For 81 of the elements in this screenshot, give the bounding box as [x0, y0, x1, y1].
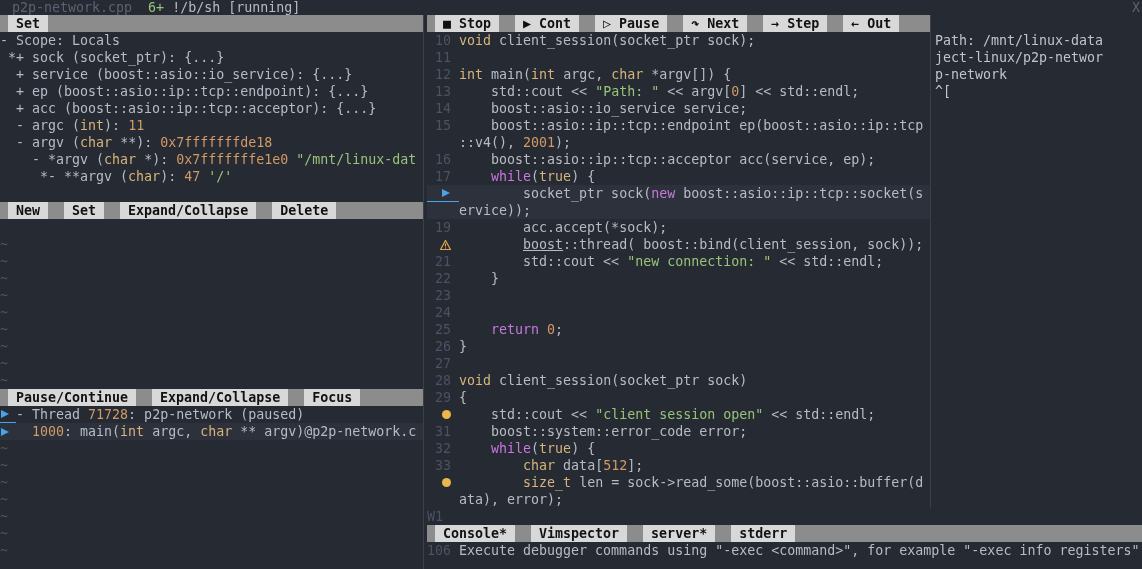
toolbar-button[interactable]: Pause/Continue [8, 389, 137, 406]
code-line: boost::asio::ip::tcp::endpoint ep(boost::asio::ip::tcp [490, 117, 924, 134]
variable-row[interactable]: - argc (int): 11 [0, 117, 423, 134]
toolbar-button[interactable]: Expand/Collapse [120, 202, 257, 219]
warning-icon [440, 239, 451, 250]
empty-line-marker: ~ [0, 287, 8, 304]
current-line-icon [0, 426, 10, 437]
breakpoint-icon [442, 410, 451, 419]
toolbar-button[interactable]: ↷ Next [683, 15, 748, 32]
code-line: while(true) { [490, 440, 596, 457]
output-tab[interactable]: Vimspector [531, 525, 628, 542]
toolbar-button[interactable]: Set [64, 202, 105, 219]
code-line: } [490, 270, 500, 287]
toolbar-button[interactable]: ▶ Cont [515, 15, 580, 32]
variable-row[interactable]: - argv (char **): 0x7fffffffde18 [0, 134, 423, 151]
console-output-line: Execute debugger commands using "-exec <command>", for example "-exec info registers" [459, 542, 1140, 559]
toolbar-button[interactable]: ▷ Pause [595, 15, 668, 32]
toolbar-button[interactable]: New [8, 202, 49, 219]
output-tab[interactable]: stderr [731, 525, 796, 542]
code-line: char data[512]; [522, 457, 644, 474]
code-line: acc.accept(*sock); [522, 219, 668, 236]
empty-line-marker: ~ [0, 355, 8, 372]
code-line: size_t len = sock->read_some(boost::asio::buffer(d [522, 474, 924, 491]
terminal-output-line: Path: /mnt/linux-data [935, 32, 1104, 49]
code-line: ::v4(), 2001); [459, 134, 572, 151]
variable-row[interactable]: - Scope: Locals [0, 32, 423, 49]
code-line: std::cout << "client session open" << std::endl; [490, 406, 876, 423]
code-line: int main(int argc, char *argv[]) { [459, 66, 732, 83]
toolbar-button[interactable]: Delete [272, 202, 337, 219]
variable-row[interactable]: + ep (boost::asio::ip::tcp::endpoint): {...} [0, 83, 423, 100]
empty-line-marker: ~ [0, 338, 8, 355]
empty-line-marker: ~ [0, 457, 8, 474]
empty-line-marker: ~ [0, 542, 8, 559]
empty-line-marker: ~ [0, 270, 8, 287]
empty-line-marker: ~ [0, 474, 8, 491]
terminal-tab-number: 6+ [148, 0, 165, 15]
variable-row[interactable]: *- **argv (char): 47 '/' [0, 168, 423, 185]
thread-row[interactable]: - Thread 71728: p2p-network (paused) [16, 406, 305, 423]
empty-line-marker: ~ [0, 508, 8, 525]
code-line: return 0; [490, 321, 564, 338]
terminal-output-line: ^[ [935, 83, 951, 100]
code-line: boost::thread( boost::bind(client_session, sock)); [522, 236, 924, 253]
terminal-output-line: p-network [935, 66, 1008, 83]
toolbar-button[interactable]: ← Out [843, 15, 900, 32]
empty-line-marker: ~ [0, 525, 8, 542]
variable-row[interactable]: - *argv (char *): 0x7fffffffe1e0 "/mnt/linux-dat [0, 151, 423, 168]
breakpoint-icon [442, 478, 451, 487]
current-line-icon [441, 188, 451, 198]
code-line: } [459, 338, 468, 355]
empty-line-marker: ~ [0, 440, 8, 457]
toolbar-button[interactable]: Expand/Collapse [152, 389, 289, 406]
empty-line-marker: ~ [0, 253, 8, 270]
terminal-output-line: ject-linux/p2p-networ [935, 49, 1104, 66]
code-line: boost::asio::ip::tcp::acceptor acc(service, ep); [490, 151, 876, 168]
empty-line-marker: ~ [0, 304, 8, 321]
variable-row[interactable]: + service (boost::asio::io_service): {...} [0, 66, 423, 83]
code-line: void client_session(socket_ptr sock); [459, 32, 756, 49]
terminal-tab[interactable]: !/b/sh [running] [172, 0, 301, 15]
code-line: void client_session(socket_ptr sock) [459, 372, 748, 389]
empty-line-marker: ~ [0, 236, 8, 253]
toolbar-button[interactable]: Set [8, 15, 49, 32]
empty-line-marker: ~ [0, 321, 8, 338]
output-tab[interactable]: Console* [435, 525, 516, 542]
code-line: boost::system::error_code error; [490, 423, 748, 440]
output-tab[interactable]: server* [643, 525, 716, 542]
toolbar-button[interactable]: Focus [304, 389, 361, 406]
empty-line-marker: ~ [0, 491, 8, 508]
code-line: std::cout << "new connection: " << std::endl; [522, 253, 884, 270]
code-line: while(true) { [490, 168, 596, 185]
variable-row[interactable]: *+ sock (socket_ptr): {...} [0, 49, 423, 66]
code-line: { [459, 389, 468, 406]
toolbar-button[interactable]: ■ Stop [435, 15, 500, 32]
code-line: boost::asio::io_service service; [490, 100, 748, 117]
variable-row[interactable]: + acc (boost::asio::ip::tcp::acceptor): {...} [0, 100, 423, 117]
code-line: ata), error); [459, 491, 564, 508]
empty-line-marker: ~ [0, 372, 8, 389]
code-line: std::cout << "Path: " << argv[0] << std::endl; [490, 83, 860, 100]
current-line-icon [0, 409, 10, 419]
code-line: ervice)); [459, 202, 532, 219]
code-line: socket_ptr sock(new boost::asio::ip::tcp::socket(s [522, 185, 924, 202]
toolbar-button[interactable]: → Step [763, 15, 828, 32]
